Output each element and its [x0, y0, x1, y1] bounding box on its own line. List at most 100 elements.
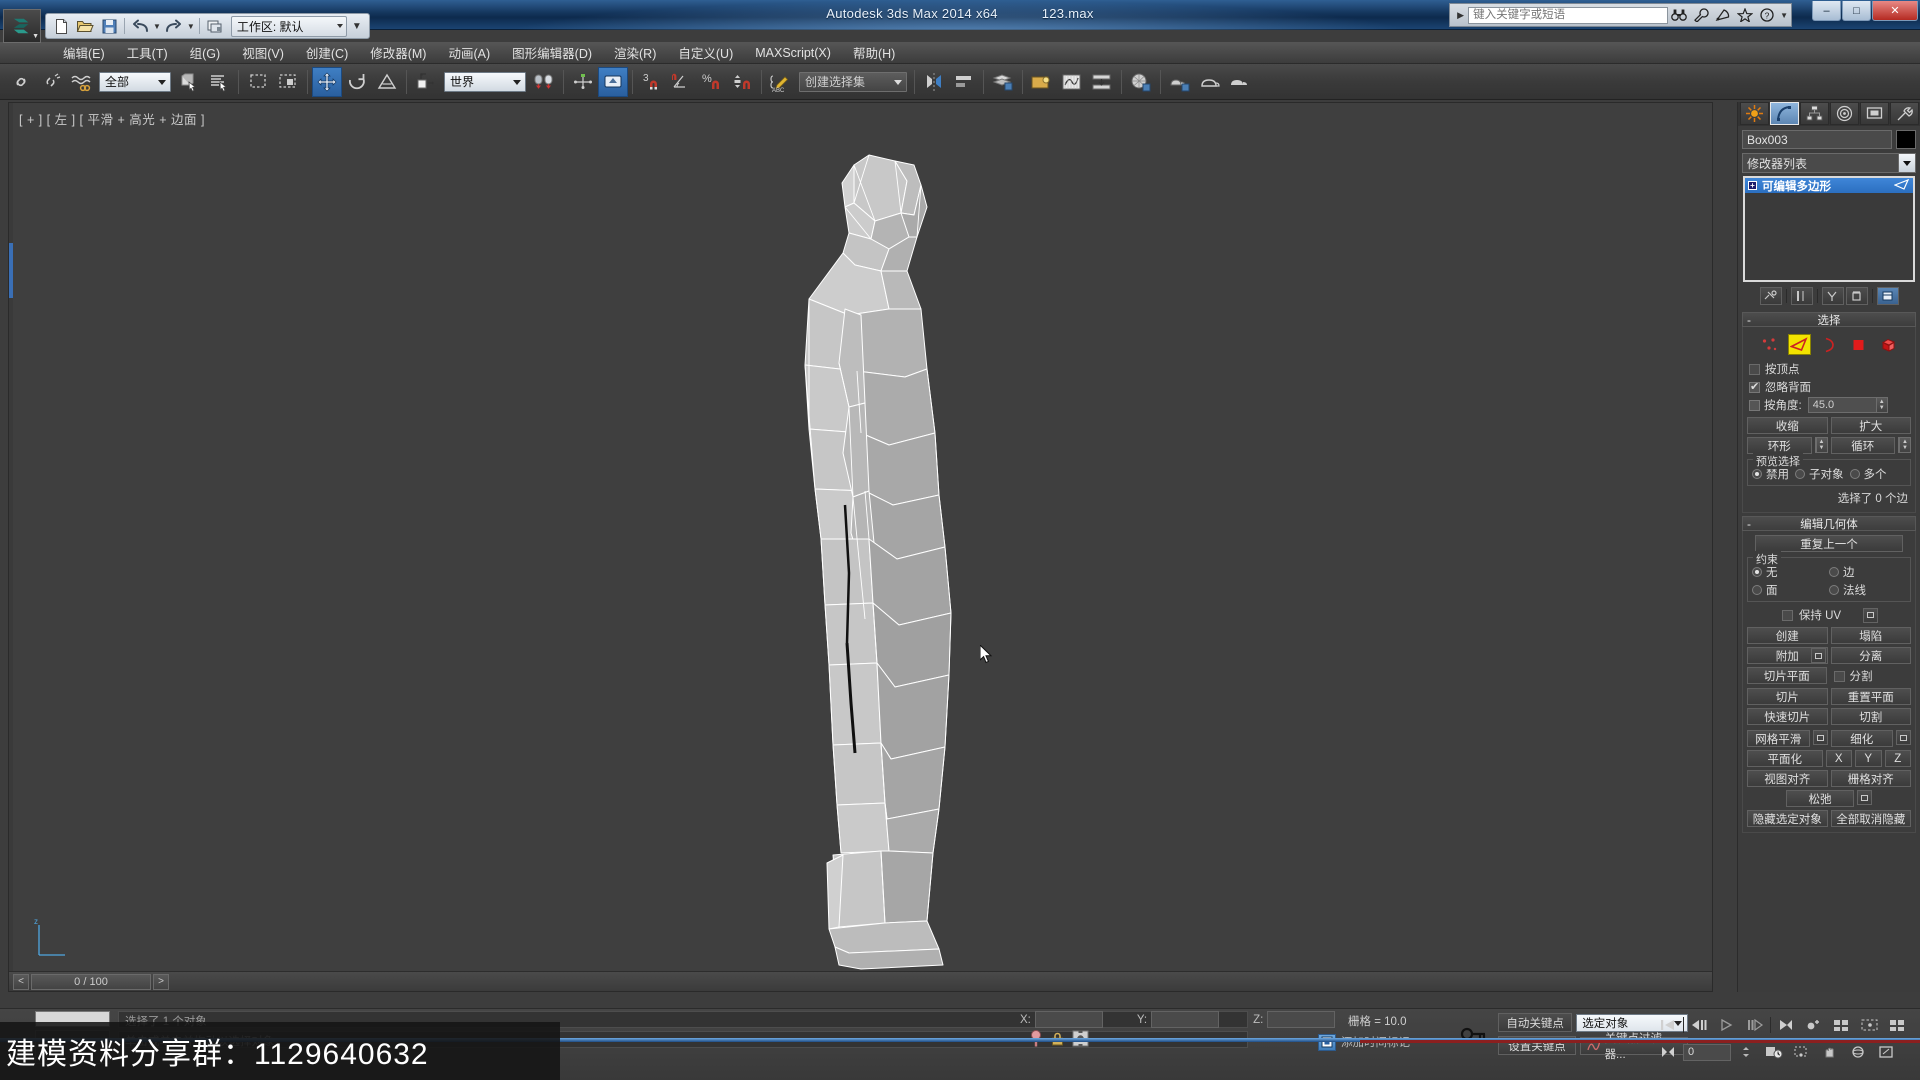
- select-and-scale-icon[interactable]: [372, 67, 402, 97]
- preview-subobj-radio[interactable]: [1795, 469, 1805, 479]
- layer-manager-icon[interactable]: [988, 67, 1018, 97]
- menu-animation[interactable]: 动画(A): [437, 40, 501, 65]
- zoom-all-viewports-icon[interactable]: [1829, 1013, 1855, 1037]
- select-and-link-icon[interactable]: [6, 67, 36, 97]
- create-button[interactable]: 创建: [1747, 627, 1828, 644]
- menu-customize[interactable]: 自定义(U): [667, 40, 744, 65]
- frame-spinner-icon[interactable]: [1733, 1040, 1759, 1064]
- zoom-extents-all-icon[interactable]: [1885, 1013, 1911, 1037]
- unlink-selection-icon[interactable]: [36, 67, 66, 97]
- key-mode-toggle-icon[interactable]: [1655, 1040, 1681, 1064]
- close-button[interactable]: ✕: [1872, 1, 1918, 21]
- modifier-list-caret-icon[interactable]: [1898, 154, 1915, 172]
- pan-view-icon[interactable]: [1817, 1040, 1843, 1064]
- modifier-stack-item[interactable]: + 可编辑多边形: [1745, 178, 1913, 193]
- region-zoom-icon[interactable]: [1789, 1040, 1815, 1064]
- use-selection-center-icon[interactable]: [568, 67, 598, 97]
- msmooth-button[interactable]: 网格平滑: [1747, 730, 1810, 747]
- previous-frame-icon[interactable]: [1686, 1013, 1712, 1037]
- select-and-manipulate-icon[interactable]: [598, 66, 628, 97]
- menu-edit[interactable]: 编辑(E): [52, 40, 116, 65]
- constraint-edge-row[interactable]: 边: [1829, 564, 1900, 580]
- slice-plane-button[interactable]: 切片平面: [1747, 667, 1827, 684]
- schematic-view-icon[interactable]: [1087, 67, 1117, 97]
- repeat-last-button[interactable]: 重复上一个: [1755, 535, 1903, 552]
- x-field[interactable]: [1034, 1011, 1103, 1028]
- workspace-dropdown-icon[interactable]: ▼: [349, 21, 365, 32]
- next-frame-icon[interactable]: [1742, 1013, 1768, 1037]
- named-selection-sets-combo[interactable]: 创建选择集: [799, 71, 907, 92]
- undo-dropdown-icon[interactable]: ▼: [153, 22, 161, 31]
- attach-button[interactable]: 附加: [1747, 647, 1828, 664]
- timeline-frame-indicator[interactable]: 0 / 100: [31, 973, 151, 990]
- selection-filter-combo[interactable]: 全部: [99, 71, 171, 92]
- ring-spinner-arrows-icon[interactable]: ▲ ▼: [1815, 438, 1827, 452]
- redo-dropdown-icon[interactable]: ▼: [187, 22, 195, 31]
- minimize-button[interactable]: –: [1812, 1, 1841, 21]
- auto-key-button[interactable]: 自动关键点: [1498, 1013, 1573, 1032]
- constraint-normal-row[interactable]: 法线: [1829, 582, 1900, 598]
- wrench-icon[interactable]: [1690, 5, 1712, 26]
- ignore-backfacing-checkbox[interactable]: [1749, 380, 1760, 393]
- menu-maxscript[interactable]: MAXScript(X): [744, 43, 842, 63]
- snap-toggle-3d-icon[interactable]: 3: [637, 67, 667, 97]
- selection-rollout-header[interactable]: - 选择: [1742, 312, 1916, 327]
- reference-coordinate-combo[interactable]: 世界: [444, 71, 526, 92]
- grid-align-button[interactable]: 栅格对齐: [1830, 770, 1911, 787]
- rectangular-selection-region-icon[interactable]: [243, 67, 273, 97]
- tessellate-button[interactable]: 细化: [1830, 730, 1893, 747]
- menu-tools[interactable]: 工具(T): [116, 40, 179, 65]
- angle-snap-toggle-icon[interactable]: [667, 67, 697, 97]
- select-and-move-icon[interactable]: [312, 66, 342, 97]
- hierarchy-tab[interactable]: [1800, 102, 1829, 125]
- reference-coordinate-icon[interactable]: [411, 67, 441, 97]
- render-setup-icon[interactable]: [1165, 67, 1195, 97]
- edit-geometry-rollout-header[interactable]: - 编辑几何体: [1742, 516, 1916, 531]
- zoom-extents-icon[interactable]: [1857, 1013, 1883, 1037]
- material-editor-icon[interactable]: [1126, 67, 1156, 97]
- preserve-uvs-row[interactable]: 保持 UV: [1747, 606, 1911, 624]
- mirror-icon[interactable]: [919, 67, 949, 97]
- maximize-button[interactable]: □: [1842, 1, 1871, 21]
- modifier-active-icon[interactable]: [1893, 178, 1910, 193]
- by-angle-spinner-arrows-icon[interactable]: ▲ ▼: [1875, 398, 1887, 412]
- use-pivot-point-center-icon[interactable]: [529, 67, 559, 97]
- loop-spinner-arrows-icon[interactable]: ▲ ▼: [1899, 438, 1910, 452]
- msmooth-settings-icon[interactable]: [1812, 730, 1828, 745]
- remove-modifier-icon[interactable]: [1845, 287, 1868, 305]
- help-icon[interactable]: ?: [1756, 5, 1778, 26]
- shrink-button[interactable]: 收缩: [1747, 417, 1828, 434]
- element-icon[interactable]: [1878, 334, 1901, 355]
- current-frame-field[interactable]: 0: [1683, 1043, 1731, 1061]
- window-crossing-toggle-icon[interactable]: [273, 67, 303, 97]
- create-tab[interactable]: [1740, 102, 1769, 125]
- help-dropdown-icon[interactable]: ▼: [1778, 11, 1788, 20]
- select-by-name-icon[interactable]: [204, 67, 234, 97]
- show-end-result-icon[interactable]: [1790, 287, 1813, 305]
- edit-named-selection-sets-icon[interactable]: ABC: [766, 67, 796, 97]
- undo-icon[interactable]: [129, 16, 151, 37]
- time-configuration-icon[interactable]: [1761, 1040, 1787, 1064]
- slice-button[interactable]: 切片: [1747, 688, 1828, 705]
- menu-help[interactable]: 帮助(H): [842, 40, 906, 65]
- configure-modifier-sets-icon[interactable]: [1876, 287, 1899, 305]
- ring-spinner[interactable]: ▲ ▼: [1814, 437, 1828, 453]
- expand-modifier-icon[interactable]: +: [1748, 181, 1757, 190]
- menu-modifiers[interactable]: 修改器(M): [359, 40, 437, 65]
- application-menu-button[interactable]: ▼: [3, 9, 41, 43]
- pin-stack-icon[interactable]: [1759, 287, 1782, 305]
- zoom-viewport-icon[interactable]: [1801, 1013, 1827, 1037]
- object-name-field[interactable]: Box003: [1742, 130, 1892, 149]
- split-checkbox[interactable]: [1833, 670, 1845, 682]
- split-checkbox-row[interactable]: 分割: [1830, 667, 1912, 685]
- timeline-next-button[interactable]: >: [153, 973, 169, 990]
- spinner-snap-toggle-icon[interactable]: [727, 67, 757, 97]
- render-production-icon[interactable]: [1225, 67, 1255, 97]
- ignore-backfacing-checkbox-row[interactable]: 忽略背面: [1747, 378, 1911, 396]
- modifier-stack[interactable]: + 可编辑多边形: [1743, 176, 1915, 282]
- save-file-icon[interactable]: [98, 16, 120, 37]
- select-object-icon[interactable]: [174, 67, 204, 97]
- modify-tab[interactable]: [1770, 102, 1799, 125]
- relax-button[interactable]: 松弛: [1786, 790, 1854, 807]
- selection-rollout-collapse-icon[interactable]: -: [1747, 313, 1751, 327]
